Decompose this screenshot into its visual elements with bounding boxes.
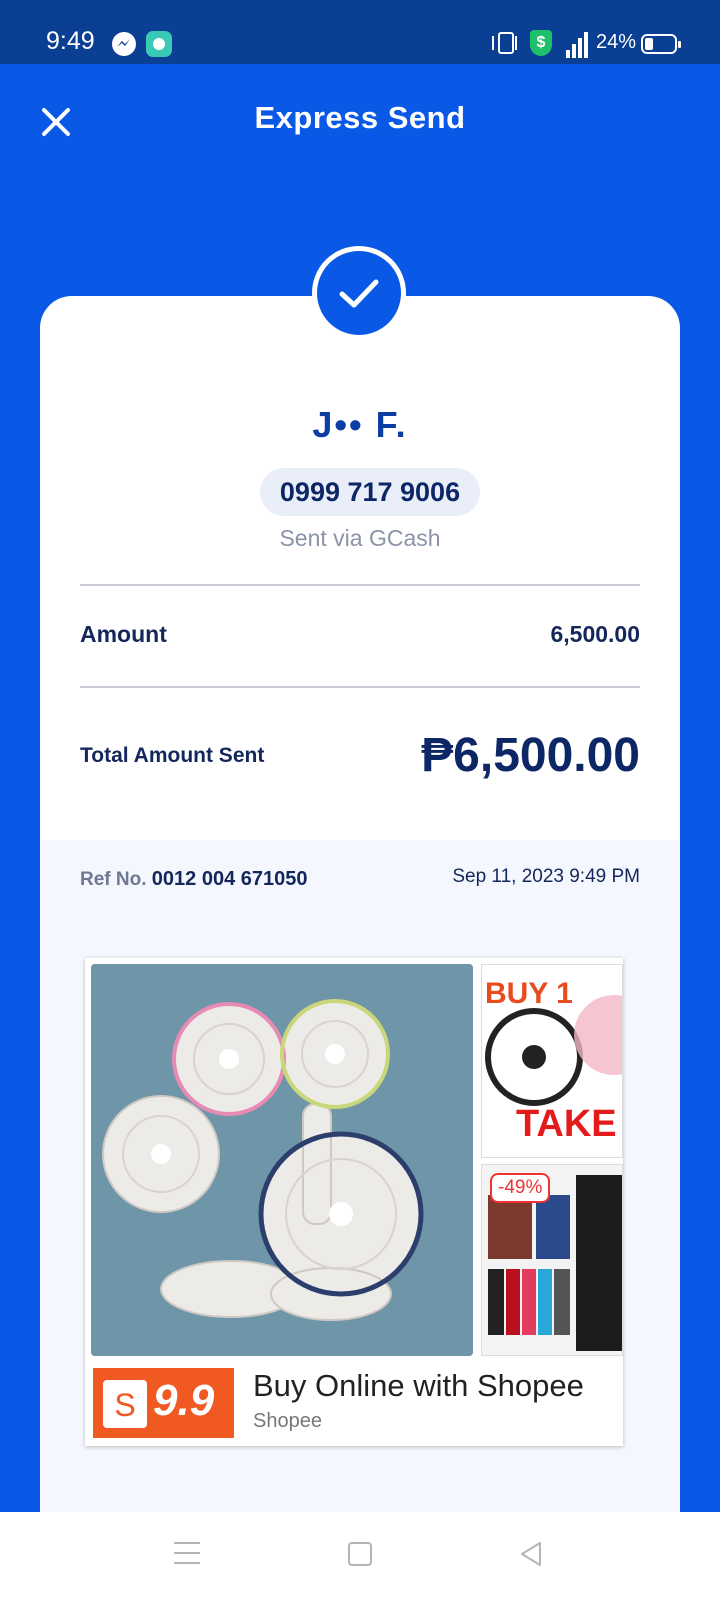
- home-button[interactable]: [348, 1542, 372, 1566]
- shopee-logo: S 9.9: [93, 1368, 234, 1438]
- shopee-ad-banner[interactable]: BUY 1 TAKE -49% S 9.9 Buy Online with Sh…: [85, 958, 623, 1446]
- shield-dollar-icon: $: [530, 30, 552, 56]
- ref-number: 0012 004 671050: [151, 868, 308, 890]
- vibrate-icon: [492, 32, 517, 54]
- status-bar: 9:49 $ 24%: [0, 0, 720, 64]
- ad-title[interactable]: Buy Online with Shopee: [253, 1368, 584, 1404]
- back-icon: [521, 1542, 541, 1566]
- recipient-name: J•• F.: [312, 404, 408, 445]
- receipt-card: J•• F. 0999 717 9006 Sent via GCash Amou…: [40, 296, 680, 1516]
- amount-label: Amount: [80, 621, 167, 647]
- recipient-phone: 0999 717 9006: [260, 468, 480, 516]
- divider: [80, 584, 640, 586]
- transaction-date: Sep 11, 2023 9:49 PM: [452, 866, 640, 887]
- total-value: ₱6,500.00: [421, 729, 640, 782]
- messenger-icon: [112, 32, 136, 56]
- ad-discount-badge: -49%: [490, 1173, 551, 1203]
- total-label: Total Amount Sent: [80, 744, 265, 767]
- sent-via-label: Sent via GCash: [279, 525, 441, 551]
- ref-number-row: Ref No. 0012 004 671050: [80, 868, 308, 891]
- ad-promo-text: TAKE: [516, 1103, 617, 1145]
- ad-side-image-cases[interactable]: -49%: [481, 1164, 623, 1356]
- ad-side-image-fan[interactable]: BUY 1 TAKE: [481, 964, 623, 1158]
- system-nav-bar: [0, 1512, 720, 1600]
- ad-product-image[interactable]: [91, 964, 473, 1356]
- recent-apps-button[interactable]: [174, 1542, 200, 1566]
- shopee-bag-icon: S: [103, 1380, 147, 1428]
- battery-percent: 24%: [596, 31, 637, 53]
- amount-value: 6,500.00: [550, 621, 640, 647]
- header: Express Send: [0, 64, 720, 174]
- app-notification-icon: [146, 31, 172, 57]
- success-check-icon: [312, 246, 406, 340]
- battery-icon: [641, 34, 681, 54]
- ref-label: Ref No.: [80, 869, 147, 890]
- divider: [80, 686, 640, 688]
- ad-advertiser: Shopee: [253, 1410, 322, 1432]
- shopee-sale-text: 9.9: [153, 1376, 215, 1425]
- signal-icon: [560, 30, 588, 58]
- status-time: 9:49: [46, 27, 95, 55]
- back-button[interactable]: [518, 1540, 546, 1568]
- page-title: Express Send: [254, 100, 466, 135]
